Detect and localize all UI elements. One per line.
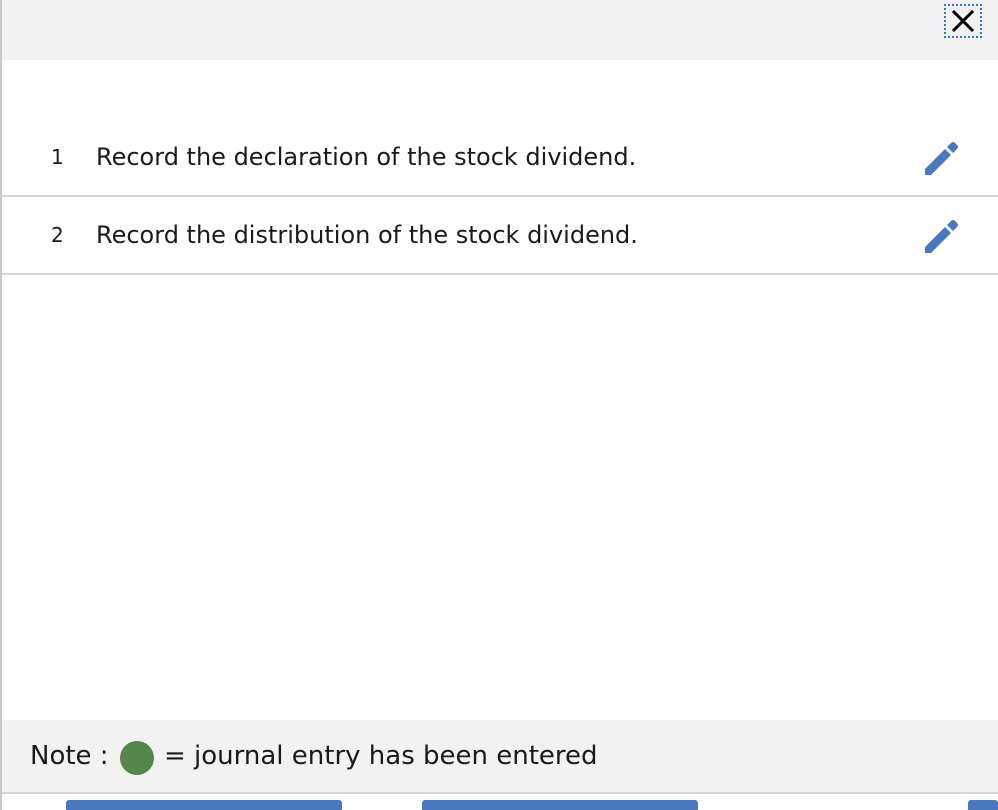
close-icon xyxy=(951,9,975,33)
task-row[interactable]: 2 Record the distribution of the stock d… xyxy=(2,197,998,275)
task-label: Record the declaration of the stock divi… xyxy=(96,143,637,171)
journal-entry-dialog: 1 Record the declaration of the stock di… xyxy=(0,0,998,810)
dialog-title-bar xyxy=(2,0,998,60)
task-label: Record the distribution of the stock div… xyxy=(96,221,638,249)
entered-indicator-icon xyxy=(120,741,154,775)
note-label: Note : xyxy=(30,741,109,771)
close-button[interactable] xyxy=(944,4,982,38)
pencil-edit-icon[interactable] xyxy=(921,217,961,255)
task-list: 1 Record the declaration of the stock di… xyxy=(2,120,998,275)
task-row[interactable]: 1 Record the declaration of the stock di… xyxy=(2,120,998,197)
task-number: 1 xyxy=(51,145,64,169)
footer-button-1[interactable] xyxy=(66,800,342,810)
footer-button-2[interactable] xyxy=(422,800,698,810)
footer-divider xyxy=(2,792,998,794)
note-text: = journal entry has been entered xyxy=(164,741,598,771)
task-number: 2 xyxy=(51,223,64,247)
footer-button-3[interactable] xyxy=(968,800,998,810)
pencil-edit-icon[interactable] xyxy=(921,139,961,177)
note-bar: Note : = journal entry has been entered xyxy=(2,720,998,792)
